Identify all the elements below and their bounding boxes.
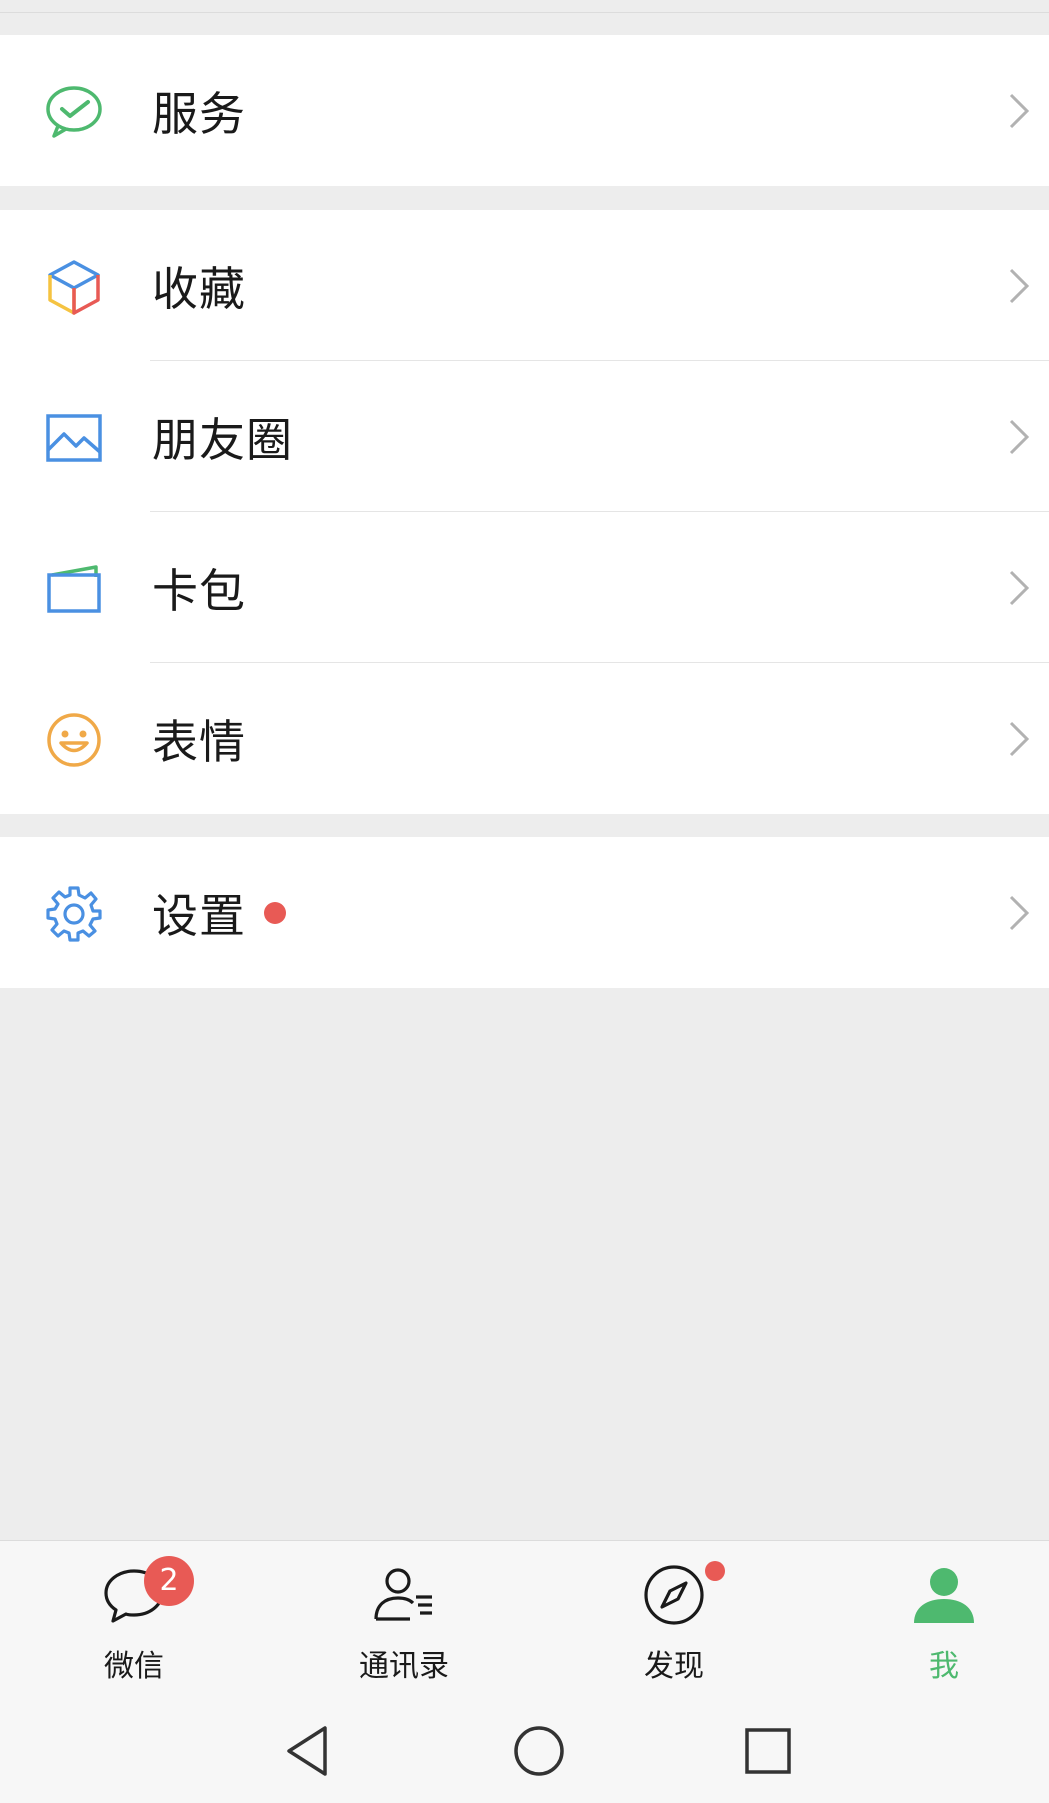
recents-square-icon[interactable] (735, 1718, 801, 1784)
tab-discover[interactable]: 发现 (594, 1541, 754, 1691)
new-indicator-dot (264, 901, 286, 924)
tab-label-discover: 发现 (644, 1649, 704, 1684)
chevron-right-icon (1007, 266, 1031, 306)
tab-me[interactable]: 我 (864, 1541, 1024, 1691)
gear-icon (44, 884, 104, 944)
menu-label-service: 服务 (152, 86, 246, 141)
menu-item-favorites[interactable]: 收藏 (0, 210, 1049, 361)
contacts-icon (370, 1561, 438, 1629)
chevron-right-icon (1007, 91, 1031, 131)
discover-new-dot (705, 1561, 725, 1581)
tab-label-me: 我 (929, 1649, 959, 1684)
chevron-right-icon (1007, 719, 1031, 759)
tab-chats[interactable]: 2 微信 (54, 1541, 214, 1691)
settings-group: 设置 (0, 837, 1049, 988)
tab-contacts[interactable]: 通讯录 (324, 1541, 484, 1691)
menu-label-favorites: 收藏 (152, 261, 246, 316)
menu-label-settings: 设置 (152, 888, 246, 943)
chevron-right-icon (1007, 417, 1031, 457)
menu-label-moments: 朋友圈 (152, 412, 293, 467)
tab-label-chats: 微信 (104, 1649, 164, 1684)
menu-item-service[interactable]: 服务 (0, 35, 1049, 186)
smiley-icon (44, 710, 104, 770)
menu-item-cards[interactable]: 卡包 (0, 512, 1049, 663)
unread-count-badge: 2 (144, 1556, 194, 1606)
top-spacer (0, 0, 1049, 13)
menu-item-moments[interactable]: 朋友圈 (0, 361, 1049, 512)
card-wallet-icon (44, 559, 104, 619)
menu-item-stickers[interactable]: 表情 (0, 663, 1049, 814)
system-navigation-bar (0, 1700, 1049, 1803)
person-icon (910, 1561, 978, 1629)
compass-icon (640, 1561, 708, 1629)
chevron-right-icon (1007, 568, 1031, 608)
picture-icon (44, 408, 104, 468)
bottom-tab-bar: 2 微信 通讯录 发现 我 (0, 1540, 1049, 1701)
menu-label-stickers: 表情 (152, 714, 246, 769)
features-group: 收藏 朋友圈 卡包 表情 (0, 210, 1049, 814)
wechat-pay-check-icon (44, 82, 104, 142)
tab-label-contacts: 通讯录 (359, 1649, 449, 1684)
service-group: 服务 (0, 35, 1049, 186)
menu-label-cards: 卡包 (152, 563, 246, 618)
menu-item-settings[interactable]: 设置 (0, 837, 1049, 988)
home-circle-icon[interactable] (506, 1718, 572, 1784)
chevron-right-icon (1007, 893, 1031, 933)
cube-icon (44, 257, 104, 317)
back-triangle-icon[interactable] (275, 1718, 341, 1784)
